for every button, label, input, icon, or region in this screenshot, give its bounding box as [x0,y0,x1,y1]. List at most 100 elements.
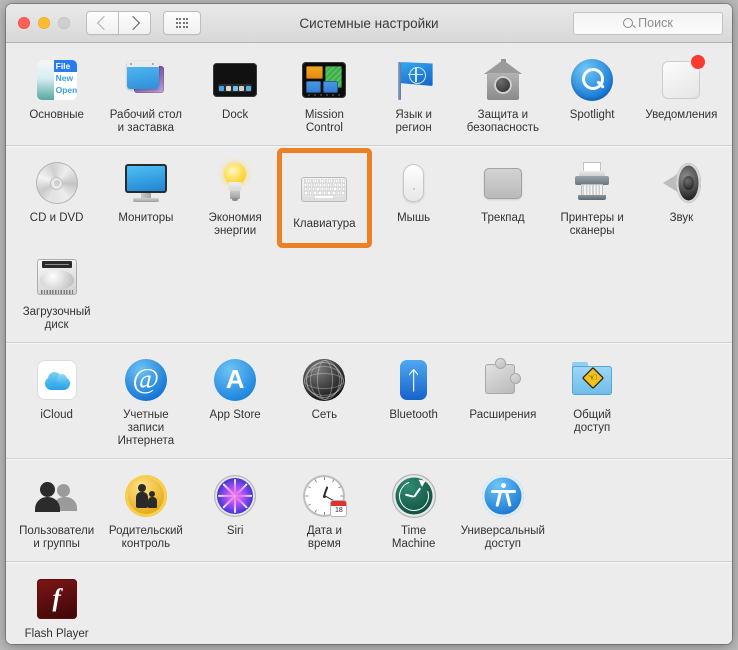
search-icon [623,18,633,28]
pane-flash-player[interactable]: f Flash Player [12,567,101,644]
pane-energy-saver[interactable]: Экономия энергии [191,151,280,245]
pane-language-region[interactable]: Язык и регион [369,48,458,141]
flash-player-icon: f [33,575,81,623]
pane-cd-dvd[interactable]: CD и DVD [12,151,101,245]
time-machine-icon [390,472,438,520]
pane-row-system: Пользователи и группы Родительский контр… [6,459,732,562]
calendar-day: 18 [331,506,346,516]
pane-time-machine[interactable]: Time Machine [369,464,458,557]
pane-notifications[interactable]: Уведомления [637,48,726,141]
pane-label: Пользователи и группы [19,525,94,551]
parental-controls-icon [122,472,170,520]
forward-button[interactable] [118,11,151,35]
accessibility-icon [479,472,527,520]
pane-row-internet: iCloud @ Учетные записи Интернета A App … [6,343,732,459]
pane-general[interactable]: FileNewOpen Основные [12,48,101,141]
pane-siri[interactable]: Siri [191,464,280,557]
pane-icloud[interactable]: iCloud [12,348,101,454]
sound-icon [657,159,705,207]
pane-desktop-screensaver[interactable]: Рабочий стол и заставка [101,48,190,141]
pane-trackpad[interactable]: Трекпад [458,151,547,245]
minimize-button[interactable] [38,17,50,29]
pane-label: iCloud [40,409,73,422]
pane-label: Общий доступ [573,409,611,435]
pane-bluetooth[interactable]: ᛏ Bluetooth [369,348,458,454]
network-icon [300,356,348,404]
calendar-badge: 18 [331,501,346,516]
spotlight-icon [568,56,616,104]
dock-icon [211,56,259,104]
pane-row-hardware: CD и DVD Мониторы Экономия энергии [6,146,732,343]
pane-label: Мышь [397,212,430,225]
pane-label: Мониторы [118,212,173,225]
pane-empty-slot [637,348,726,454]
pane-label: Bluetooth [389,409,438,422]
extensions-icon [479,356,527,404]
displays-icon [122,159,170,207]
language-region-icon [390,56,438,104]
pane-app-store[interactable]: A App Store [191,348,280,454]
pane-label: Mission Control [305,109,344,135]
startup-disk-icon [33,253,81,301]
desktop-screensaver-icon [122,56,170,104]
chevron-left-icon [97,16,111,30]
security-privacy-icon [479,56,527,104]
pane-displays[interactable]: Мониторы [101,151,190,245]
pane-startup-disk[interactable]: Загрузочный диск [12,245,101,338]
pane-empty-slot [548,464,637,557]
pane-mission-control[interactable]: Mission Control [280,48,369,141]
pane-label: Flash Player [25,628,89,641]
general-icon: FileNewOpen [33,56,81,104]
pane-label: Dock [222,109,248,122]
notification-badge [691,55,705,69]
sharing-icon: ☜ [568,356,616,404]
window-titlebar: Системные настройки Поиск [6,4,732,43]
trackpad-icon [479,159,527,207]
pane-label: Язык и регион [395,109,432,135]
pane-security-privacy[interactable]: Защита и безопасность [458,48,547,141]
close-button[interactable] [18,17,30,29]
pane-label: CD и DVD [30,212,84,225]
pane-mouse[interactable]: Мышь [369,151,458,245]
cd-dvd-icon [33,159,81,207]
pane-row-personal: FileNewOpen Основные Рабочий ст [6,43,732,146]
pane-label: Защита и безопасность [467,109,539,135]
pane-extensions[interactable]: Расширения [458,348,547,454]
pane-label: Дата и время [307,525,342,551]
pane-label: Принтеры и сканеры [561,212,624,238]
pane-label: Расширения [469,409,536,422]
pane-label: Экономия энергии [209,212,262,238]
date-time-icon: 18 [300,472,348,520]
show-all-button[interactable] [163,11,201,35]
pane-label: Трекпад [481,212,525,225]
pane-spotlight[interactable]: Spotlight [548,48,637,141]
pane-users-groups[interactable]: Пользователи и группы [12,464,101,557]
app-store-icon: A [211,356,259,404]
zoom-button[interactable] [58,17,70,29]
pane-empty-slot [637,464,726,557]
pane-sound[interactable]: Звук [637,151,726,245]
search-field[interactable]: Поиск [573,12,723,35]
energy-saver-icon [211,159,259,207]
pane-keyboard[interactable]: Клавиатура [280,151,369,245]
pane-printers-scanners[interactable]: Принтеры и сканеры [548,151,637,245]
back-button[interactable] [86,11,118,35]
pane-date-time[interactable]: 18 Дата и время [280,464,369,557]
pane-dock[interactable]: Dock [191,48,280,141]
pane-network[interactable]: Сеть [280,348,369,454]
pane-label: Рабочий стол и заставка [110,109,182,135]
pane-sharing[interactable]: ☜ Общий доступ [548,348,637,454]
pane-parental-controls[interactable]: Родительский контроль [101,464,190,557]
pane-internet-accounts[interactable]: @ Учетные записи Интернета [101,348,190,454]
search-placeholder: Поиск [638,16,673,30]
users-groups-icon [33,472,81,520]
mission-control-icon [300,56,348,104]
internet-accounts-icon: @ [122,356,170,404]
pane-label: Time Machine [392,525,435,551]
pane-label: Универсальный доступ [461,525,545,551]
pane-accessibility[interactable]: Универсальный доступ [458,464,547,557]
keyboard-icon [300,165,348,213]
notifications-icon [657,56,705,104]
traffic-light-group [18,17,70,29]
chevron-right-icon [126,16,140,30]
